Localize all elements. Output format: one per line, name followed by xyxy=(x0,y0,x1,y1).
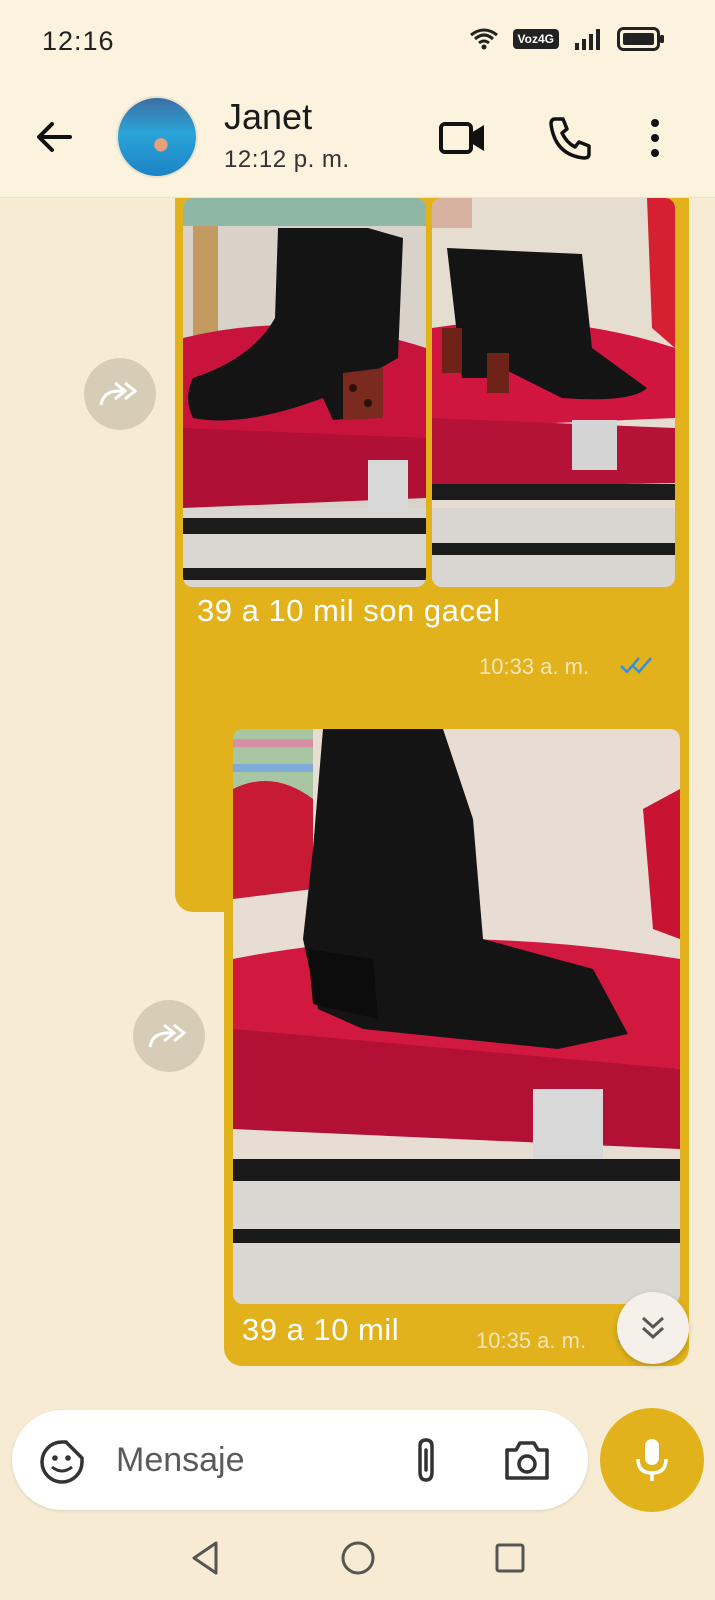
chat-header: Janet 12:12 p. m. xyxy=(0,82,715,198)
message-1-caption: 39 a 10 mil son gacel xyxy=(197,593,501,628)
system-nav-bar xyxy=(0,1520,715,1600)
boots-photo-image xyxy=(183,198,426,587)
message-2-time: 10:35 a. m. xyxy=(476,1328,587,1353)
message-1-photo-2[interactable] xyxy=(432,198,675,587)
video-call-icon[interactable] xyxy=(438,113,488,163)
message-1-photo-1[interactable] xyxy=(183,198,426,587)
forward-button-2[interactable] xyxy=(133,1000,205,1072)
avatar[interactable] xyxy=(116,96,198,178)
attach-clip-icon[interactable] xyxy=(408,1436,444,1486)
forward-button-1[interactable] xyxy=(84,358,156,430)
emoji-sticker-icon[interactable] xyxy=(38,1438,86,1486)
last-seen: 12:12 p. m. xyxy=(224,146,350,173)
network-badge: Voz4G xyxy=(512,29,559,49)
mic-icon xyxy=(636,1439,668,1481)
signal-icon xyxy=(575,29,600,50)
message-1-time: 10:33 a. m. xyxy=(479,654,590,679)
message-2-photo-1[interactable] xyxy=(233,729,680,1304)
status-icons: Voz4G xyxy=(469,26,665,52)
contact-name[interactable]: Janet xyxy=(224,96,312,138)
camera-icon[interactable] xyxy=(502,1438,552,1484)
nav-home-icon[interactable] xyxy=(338,1538,378,1578)
forward-icon xyxy=(99,381,138,406)
mic-button[interactable] xyxy=(600,1408,704,1512)
message-bubble-2[interactable]: 39 a 10 mil 10:35 a. m. xyxy=(224,720,689,1366)
forward-icon xyxy=(148,1023,187,1048)
phone-icon[interactable] xyxy=(545,113,595,163)
message-composer xyxy=(12,1410,588,1510)
battery-icon xyxy=(617,27,664,51)
boots-photo-image xyxy=(432,198,675,587)
status-bar: 12:16 Voz4G xyxy=(0,0,715,82)
message-input[interactable] xyxy=(116,1436,386,1484)
chevron-double-down-icon xyxy=(641,1316,665,1340)
more-vert-icon[interactable] xyxy=(640,113,670,163)
back-arrow-icon[interactable] xyxy=(32,115,76,159)
read-ticks-icon xyxy=(620,657,652,674)
scroll-to-bottom-button[interactable] xyxy=(617,1292,689,1364)
message-2-caption: 39 a 10 mil xyxy=(242,1312,400,1347)
boots-photo-image xyxy=(233,729,680,1304)
chat-area[interactable]: 39 a 10 mil son gacel 10:33 a. m. 39 a 1… xyxy=(0,198,715,1406)
wifi-icon xyxy=(469,28,498,50)
status-time: 12:16 xyxy=(42,26,115,56)
nav-back-icon[interactable] xyxy=(186,1538,226,1578)
nav-recents-icon[interactable] xyxy=(490,1538,530,1578)
